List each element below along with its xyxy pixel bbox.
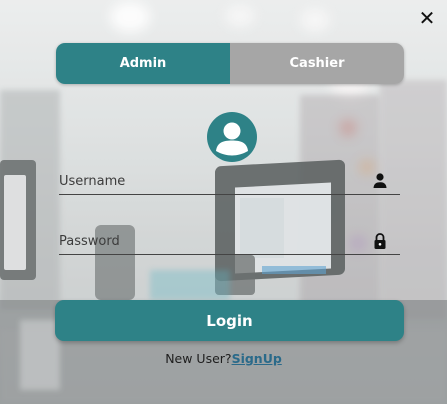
signup-link[interactable]: SignUp (232, 351, 282, 366)
username-field (59, 169, 400, 195)
person-icon (373, 173, 387, 188)
password-field (59, 229, 400, 255)
login-button[interactable]: Login (55, 300, 404, 341)
username-input[interactable] (59, 169, 359, 193)
avatar (207, 112, 257, 162)
user-avatar-icon (216, 122, 248, 156)
role-tabs: Admin Cashier (56, 43, 404, 84)
signup-prompt: New User? (165, 351, 232, 366)
close-button[interactable]: ✕ (417, 8, 437, 28)
close-icon: ✕ (418, 6, 436, 30)
tab-admin[interactable]: Admin (56, 43, 230, 84)
password-input[interactable] (59, 229, 359, 253)
tab-cashier[interactable]: Cashier (230, 43, 404, 84)
signup-row: New User?SignUp (0, 351, 447, 366)
lock-icon (374, 233, 386, 249)
